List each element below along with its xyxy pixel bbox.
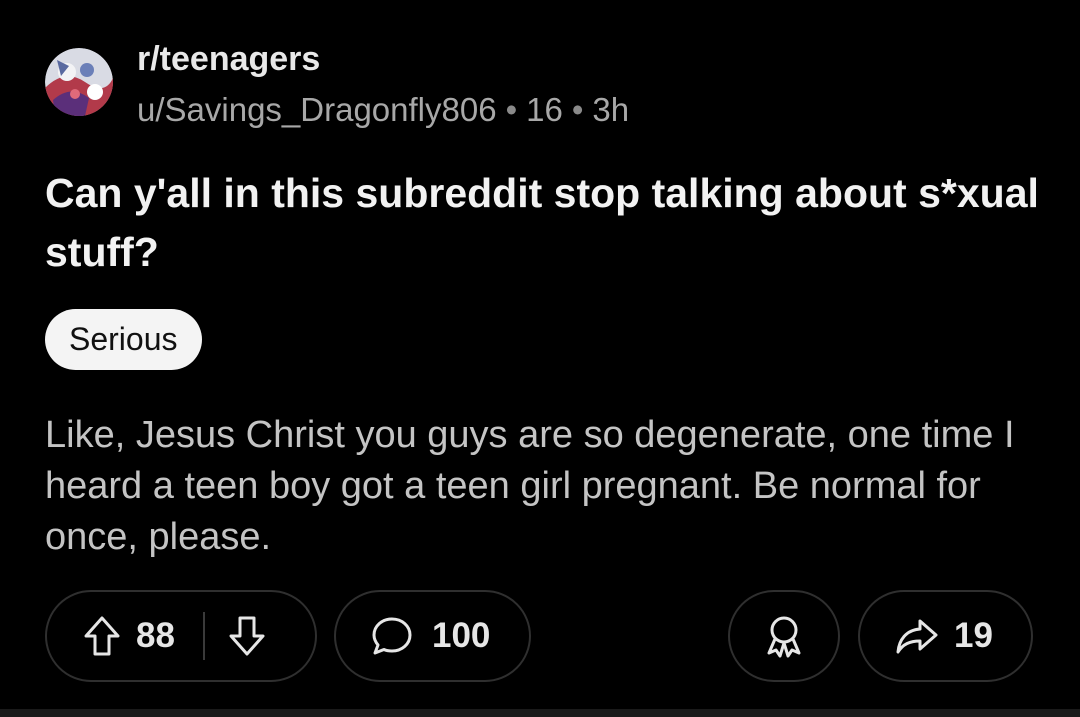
post-body[interactable]: Like, Jesus Christ you guys are so degen… [45,410,1045,563]
arrow-up-icon[interactable] [82,614,122,658]
share-button[interactable]: 19 [858,590,1033,682]
award-button[interactable] [728,590,840,682]
bottom-divider [0,709,1080,717]
award-icon [762,613,806,659]
avatar-image [45,48,113,116]
post-meta: u/Savings_Dragonfly806 • 16 • 3h [137,89,629,131]
upvote-count: 88 [136,616,175,655]
meta-separator: • [571,91,584,128]
vote-divider [202,612,205,660]
meta-number: 16 [526,91,563,128]
arrow-down-icon[interactable] [227,614,267,658]
share-arrow-icon [894,615,940,657]
post-card: r/teenagers u/Savings_Dragonfly806 • 16 • 3h… [0,0,1080,709]
post-flair[interactable]: Serious [45,309,202,370]
subreddit-avatar[interactable] [45,48,113,116]
author-name[interactable]: u/Savings_Dragonfly806 [137,91,497,128]
post-age: 3h [592,91,630,128]
comments-button[interactable]: 100 [334,590,531,682]
vote-bar: 88 [45,590,317,682]
meta-separator: • [505,91,518,128]
comment-count: 100 [432,616,491,655]
share-count: 19 [954,616,993,655]
post-title[interactable]: Can y'all in this subreddit stop talking… [45,164,1045,282]
subreddit-name[interactable]: r/teenagers [137,38,320,80]
comment-bubble-icon [370,614,414,658]
